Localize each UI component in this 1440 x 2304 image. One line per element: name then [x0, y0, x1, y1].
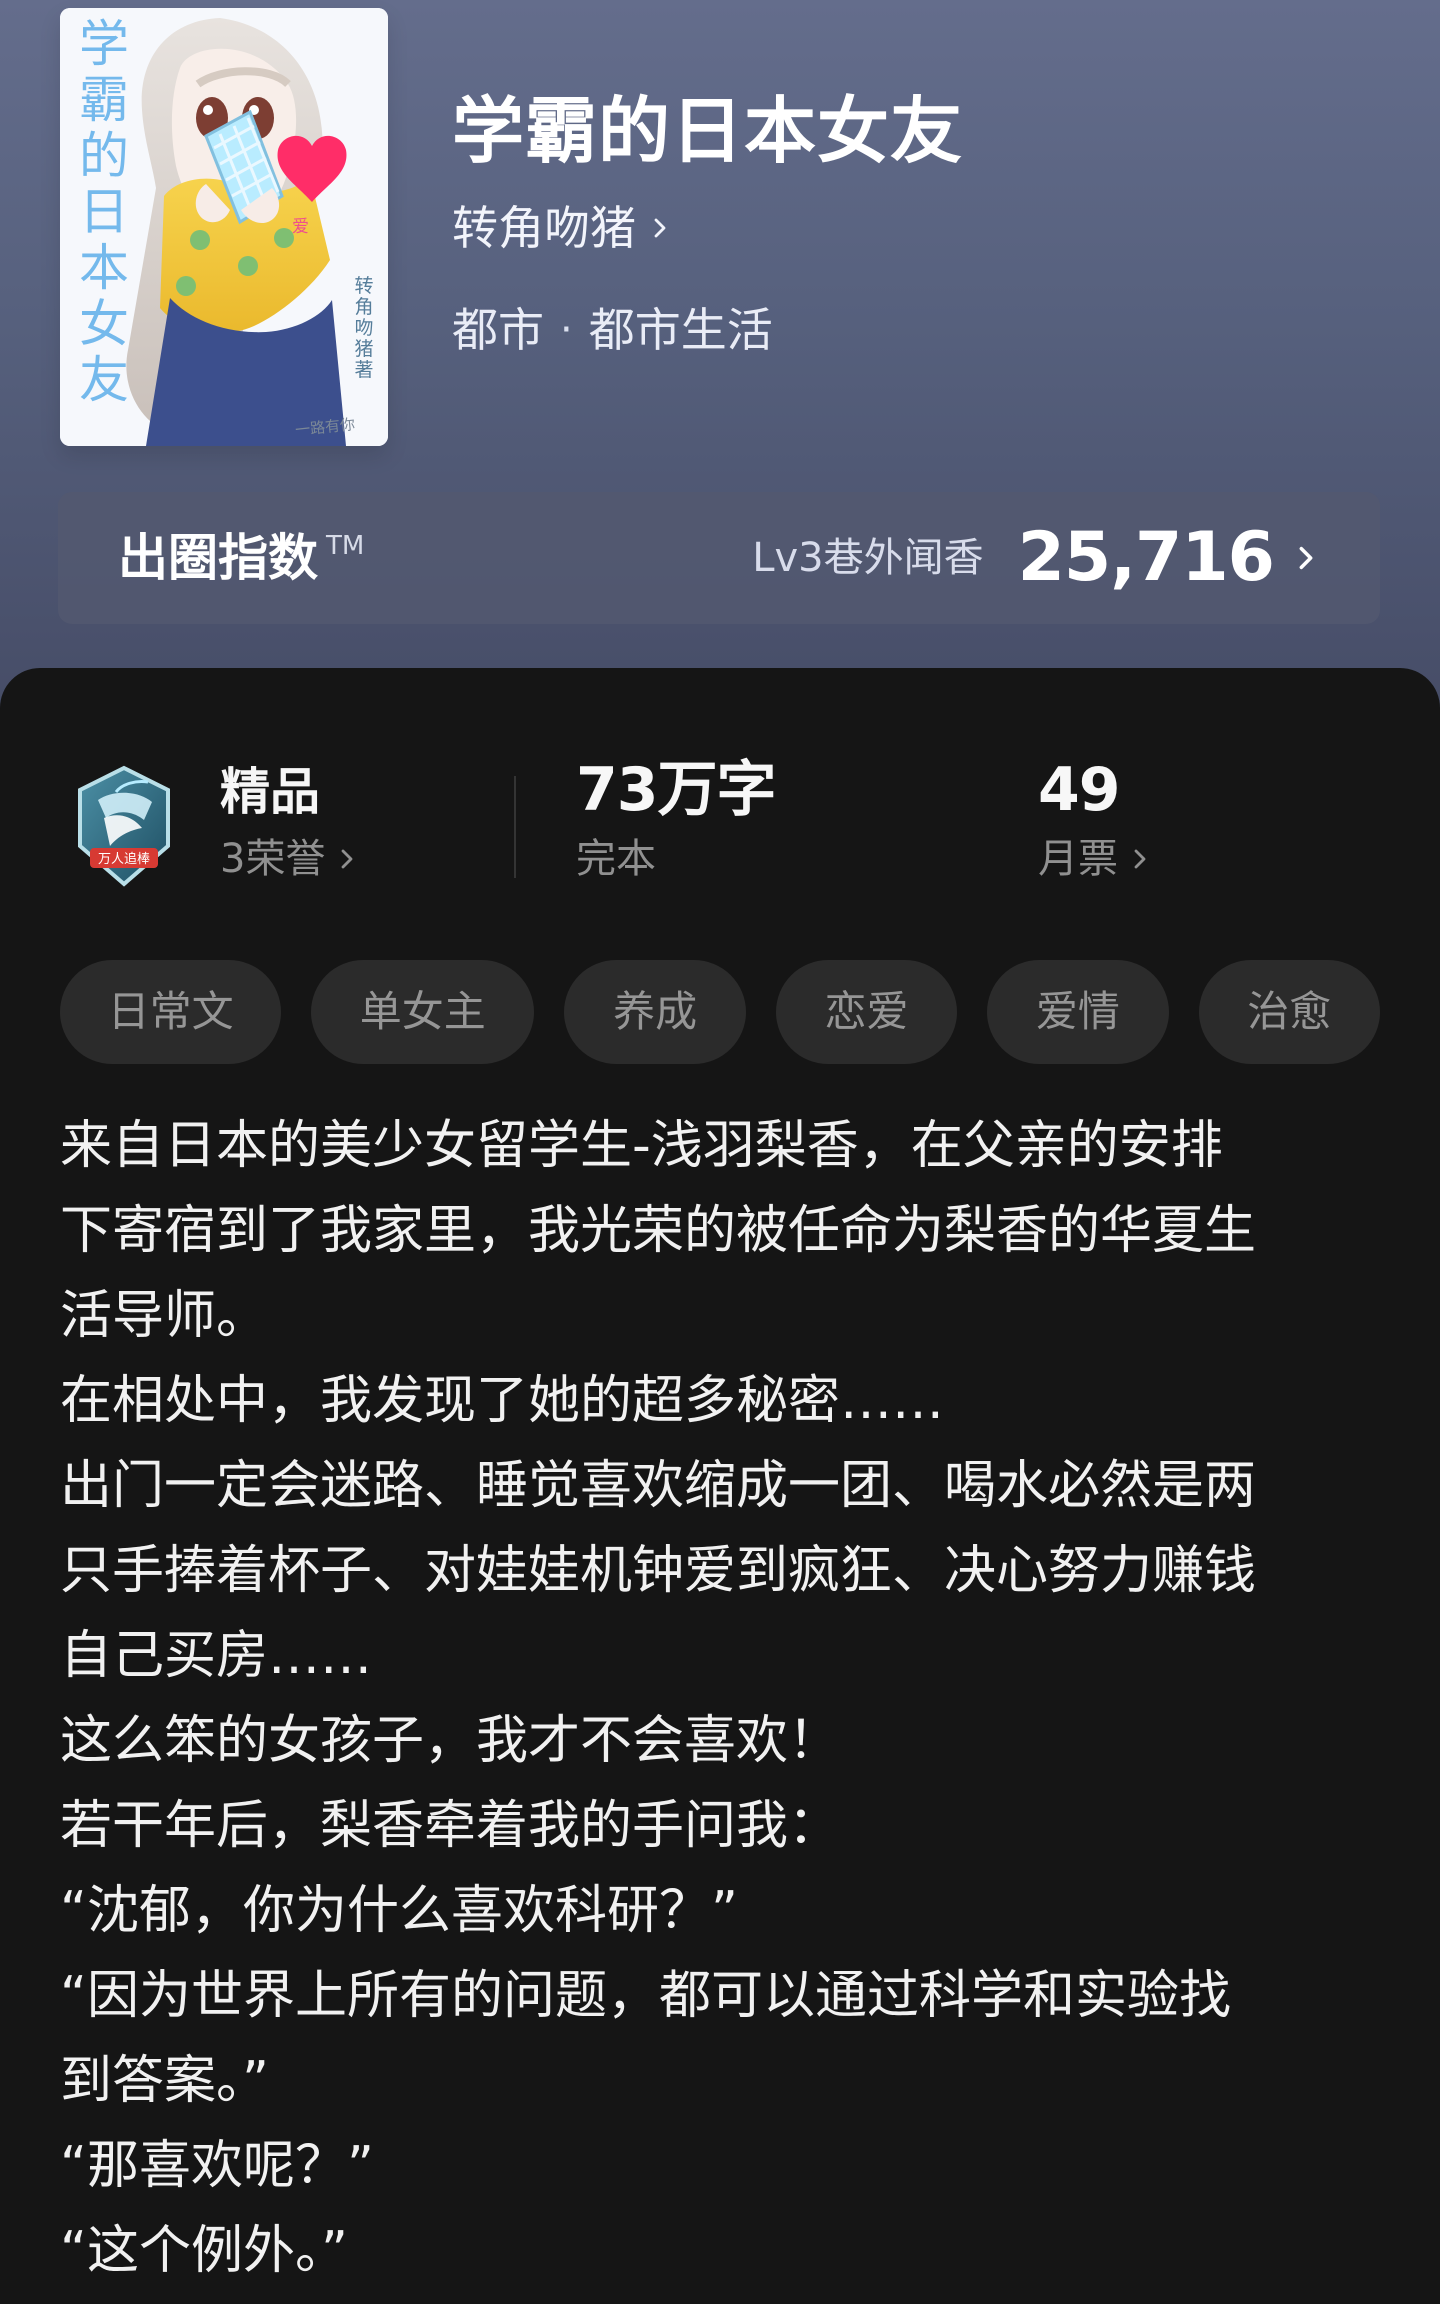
content-panel: 万人追棒 精品 3荣誉 73万字 完本 49 月票 日常文 单女主 养成 恋爱 … — [0, 668, 1440, 2304]
synopsis-paragraph: 来自日本的美少女留学生-浅羽梨香，在父亲的安排 下寄宿到了我家里，我光荣的被任命… — [60, 1116, 1257, 1346]
stats-row: 万人追棒 精品 3荣誉 73万字 完本 49 月票 — [60, 752, 1380, 902]
stats-divider — [514, 776, 516, 878]
index-title: 出圈指数 — [118, 529, 318, 587]
monthly-ticket-value: 49 — [1038, 755, 1120, 825]
synopsis-paragraph: 这么笨的女孩子，我才不会喜欢！ — [60, 1711, 841, 1771]
word-count-value: 73万字 — [576, 755, 776, 825]
word-count-stat: 73万字 完本 — [576, 752, 836, 902]
category-sub: 都市生活 — [588, 303, 773, 357]
book-synopsis: 来自日本的美少女留学生-浅羽梨香，在父亲的安排 下寄宿到了我家里，我光荣的被任命… — [60, 1104, 1380, 2294]
author-link[interactable]: 转角吻猪 — [452, 200, 672, 256]
synopsis-paragraph: “那喜欢呢？” — [60, 2136, 374, 2196]
word-count-label: 完本 — [576, 836, 656, 882]
trademark-symbol: TM — [326, 531, 365, 561]
synopsis-paragraph: 出门一定会迷路、睡觉喜欢缩成一团、喝水必然是两 只手捧着杯子、对娃娃机钟爱到疯狂… — [60, 1456, 1257, 1686]
synopsis-paragraph: “这个例外。” — [60, 2221, 348, 2281]
svg-text:爱: 爱 — [292, 217, 309, 237]
cover-author-suffix: 著 — [354, 359, 374, 381]
cover-author: 转角吻猪 著 — [350, 276, 378, 381]
book-detail-page: 爱 学霸的日本女友 转角吻猪 著 一路有你 学霸的日本女友 转角吻猪 都市 · … — [0, 0, 1440, 2304]
chevron-right-icon — [342, 849, 353, 869]
book-title: 学霸的日本女友 — [452, 88, 964, 173]
monthly-ticket-stat[interactable]: 49 月票 — [1038, 752, 1198, 902]
synopsis-paragraph: 在相处中，我发现了她的超多秘密…… — [60, 1371, 945, 1431]
monthly-ticket-label: 月票 — [1038, 836, 1118, 882]
category-row: 都市 · 都市生活 — [452, 302, 773, 358]
award-subtitle-row: 3荣誉 — [220, 834, 359, 884]
chevron-right-icon — [654, 218, 666, 238]
author-name: 转角吻猪 — [452, 201, 636, 255]
popularity-index-card[interactable]: 出圈指数 TM Lv3巷外闻香 25,716 — [58, 492, 1380, 624]
index-title-group: 出圈指数 TM — [118, 528, 364, 588]
tag-chip[interactable]: 治愈 — [1198, 960, 1380, 1064]
index-score: 25,716 — [1017, 518, 1275, 597]
index-level: Lv3巷外闻香 — [752, 535, 984, 581]
tag-chip[interactable]: 日常文 — [60, 960, 282, 1064]
monthly-ticket-label-row: 月票 — [1038, 834, 1152, 884]
tag-chip[interactable]: 爱情 — [987, 960, 1169, 1064]
cover-title: 学霸的日本女友 — [79, 15, 129, 409]
award-title: 精品 — [220, 763, 320, 821]
synopsis-paragraph: 若干年后，梨香牵着我的手问我： — [60, 1796, 841, 1856]
category-main: 都市 — [452, 303, 544, 357]
category-separator: · — [560, 307, 573, 353]
tag-row: 日常文 单女主 养成 恋爱 爱情 治愈 — [60, 960, 1380, 1064]
tag-chip[interactable]: 单女主 — [311, 960, 535, 1064]
synopsis-paragraph: “因为世界上所有的问题，都可以通过科学和实验找 到答案。” — [60, 1966, 1231, 2111]
premium-badge-icon: 万人追棒 — [78, 765, 170, 887]
cover-author-name: 转角吻猪 — [354, 275, 374, 360]
award-subtitle: 3荣誉 — [220, 836, 326, 882]
tag-chip[interactable]: 养成 — [564, 960, 746, 1064]
chevron-right-icon — [1299, 546, 1313, 570]
tag-chip[interactable]: 恋爱 — [775, 960, 958, 1064]
badge-text: 万人追棒 — [98, 851, 150, 867]
synopsis-paragraph: “沈郁，你为什么喜欢科研？” — [60, 1881, 738, 1941]
award-stat[interactable]: 万人追棒 精品 3荣誉 — [60, 752, 498, 902]
book-cover[interactable]: 爱 学霸的日本女友 转角吻猪 著 一路有你 — [60, 8, 388, 446]
index-right-group: Lv3巷外闻香 25,716 — [752, 518, 1320, 598]
chevron-right-icon — [1134, 849, 1146, 869]
